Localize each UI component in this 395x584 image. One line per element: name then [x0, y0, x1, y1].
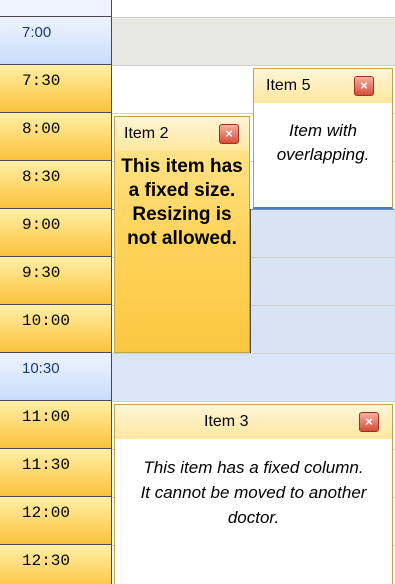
grid-line: [112, 401, 395, 402]
item-header[interactable]: Item 5 ×: [254, 69, 392, 103]
item-header[interactable]: Item 2 ×: [115, 117, 249, 151]
close-icon[interactable]: ×: [219, 124, 239, 144]
time-slot: 11:30: [0, 449, 112, 497]
grid-line: [112, 353, 395, 354]
column-separator: [250, 209, 251, 353]
time-slot: 12:00: [0, 497, 112, 545]
appointment-item-3[interactable]: Item 3 × This item has a fixed column. I…: [114, 404, 393, 584]
time-slot: 8:00: [0, 113, 112, 161]
appointment-item-2[interactable]: Item 2 × This item has a fixed size. Res…: [114, 116, 250, 353]
time-slot: 11:00: [0, 401, 112, 449]
close-icon[interactable]: ×: [354, 76, 374, 96]
time-slot: 7:00: [0, 17, 112, 65]
close-icon[interactable]: ×: [359, 412, 379, 432]
time-slot: 8:30: [0, 161, 112, 209]
time-slot: 9:30: [0, 257, 112, 305]
busy-cell-block[interactable]: [250, 209, 395, 353]
time-slot: 7:30: [0, 65, 112, 113]
grid-line: [112, 65, 395, 66]
offhours-row[interactable]: [112, 353, 395, 401]
appointment-item-5[interactable]: Item 5 × Item with overlapping.: [253, 68, 393, 209]
time-header-stub: [0, 0, 112, 17]
item-description: This item has a fixed column. It cannot …: [140, 458, 367, 527]
time-slot: 10:30: [0, 353, 112, 401]
item-title: Item 3: [204, 413, 249, 430]
offhours-row[interactable]: [112, 17, 395, 65]
item-description: Item with overlapping.: [276, 121, 370, 164]
time-slot: 9:00: [0, 209, 112, 257]
time-slot: 12:30: [0, 545, 112, 584]
item-description: This item has a fixed size. Resizing is …: [121, 156, 243, 249]
grid-line: [112, 17, 395, 18]
time-slot: 10:00: [0, 305, 112, 353]
time-column: 7:00 7:30 8:00 8:30 9:00 9:30 10:00 10:3…: [0, 0, 112, 584]
item-title: Item 2: [124, 125, 169, 142]
item-title: Item 5: [266, 77, 311, 94]
item-header[interactable]: Item 3 ×: [115, 405, 392, 439]
